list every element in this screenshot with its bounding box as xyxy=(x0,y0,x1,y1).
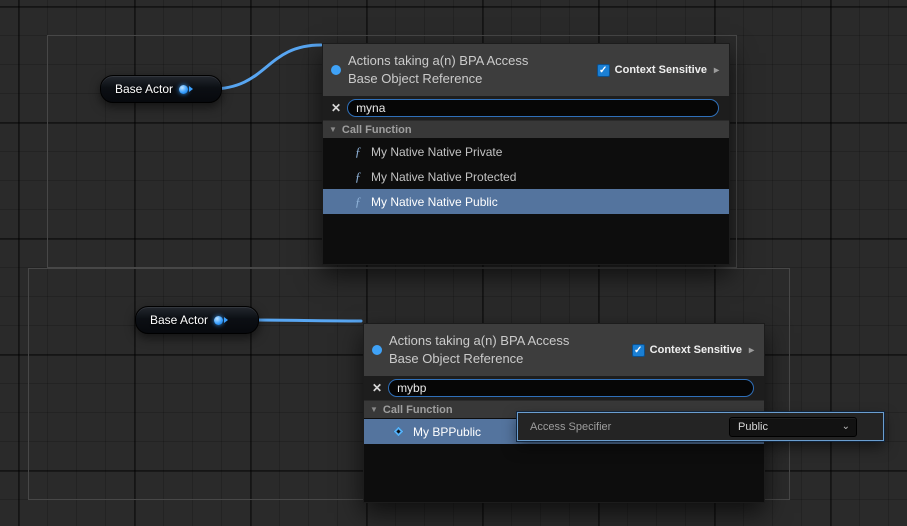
menu-title-line2: Base Object Reference xyxy=(389,350,625,368)
node-title: Base Actor xyxy=(115,82,173,96)
clear-search-icon[interactable]: ✕ xyxy=(331,102,341,114)
menu-item-my-native-native-protected[interactable]: ƒ My Native Native Protected xyxy=(323,164,729,189)
collapse-arrow-icon: ▼ xyxy=(370,405,378,414)
context-sensitive-group: ✓ Context Sensitive ▸ xyxy=(632,344,754,357)
category-call-function[interactable]: ▼ Call Function xyxy=(323,120,729,138)
pin-circle-icon xyxy=(179,85,188,94)
collapse-arrow-icon: ▼ xyxy=(329,125,337,134)
menu-title-line2: Base Object Reference xyxy=(348,70,590,88)
menu-header: Actions taking a(n) BPA Access Base Obje… xyxy=(364,324,764,376)
pin-arrow-icon xyxy=(224,317,228,323)
menu-item-label: My Native Native Public xyxy=(371,195,498,209)
menu-title-line1: Actions taking a(n) BPA Access xyxy=(348,52,590,70)
menu-header: Actions taking a(n) BPA Access Base Obje… xyxy=(323,44,729,96)
menu-item-label: My Native Native Private xyxy=(371,145,502,159)
category-label: Call Function xyxy=(342,124,412,136)
menu-title: Actions taking a(n) BPA Access Base Obje… xyxy=(389,332,625,368)
blueprint-function-icon xyxy=(394,427,404,437)
access-specifier-dropdown[interactable]: Public ⌄ xyxy=(729,417,857,437)
pin-type-icon xyxy=(331,65,341,75)
menu-item-my-native-native-public[interactable]: ƒ My Native Native Public xyxy=(323,189,729,214)
function-icon: ƒ xyxy=(353,194,363,210)
function-icon: ƒ xyxy=(353,169,363,185)
context-sensitive-label: Context Sensitive xyxy=(615,64,707,76)
category-label: Call Function xyxy=(383,404,453,416)
node-base-actor-2[interactable]: Base Actor xyxy=(135,306,259,334)
access-specifier-tooltip: Access Specifier Public ⌄ xyxy=(517,412,884,441)
node-title: Base Actor xyxy=(150,313,208,327)
submenu-arrow-icon[interactable]: ▸ xyxy=(714,65,719,76)
blueprint-graph-canvas[interactable]: Base Actor Base Actor Actions taking a(n… xyxy=(0,0,907,526)
menu-item-my-native-native-private[interactable]: ƒ My Native Native Private xyxy=(323,139,729,164)
submenu-arrow-icon[interactable]: ▸ xyxy=(749,345,754,356)
actor-output-pin[interactable] xyxy=(179,85,193,94)
context-menu-1: Actions taking a(n) BPA Access Base Obje… xyxy=(322,43,730,265)
node-base-actor-1[interactable]: Base Actor xyxy=(100,75,222,103)
search-row: ✕ xyxy=(364,376,764,400)
menu-title-line1: Actions taking a(n) BPA Access xyxy=(389,332,625,350)
pin-type-icon xyxy=(372,345,382,355)
context-sensitive-group: ✓ Context Sensitive ▸ xyxy=(597,64,719,77)
menu-item-list: ƒ My Native Native Private ƒ My Native N… xyxy=(323,138,729,264)
context-sensitive-label: Context Sensitive xyxy=(650,344,742,356)
chevron-down-icon: ⌄ xyxy=(842,422,850,432)
menu-title: Actions taking a(n) BPA Access Base Obje… xyxy=(348,52,590,88)
clear-search-icon[interactable]: ✕ xyxy=(372,382,382,394)
search-input[interactable] xyxy=(388,379,754,397)
dropdown-value: Public xyxy=(738,421,768,433)
function-icon: ƒ xyxy=(353,144,363,160)
actor-output-pin[interactable] xyxy=(214,316,228,325)
menu-item-label: My BPPublic xyxy=(413,425,481,439)
context-sensitive-checkbox[interactable]: ✓ xyxy=(632,344,645,357)
context-sensitive-checkbox[interactable]: ✓ xyxy=(597,64,610,77)
menu-item-label: My Native Native Protected xyxy=(371,170,516,184)
pin-circle-icon xyxy=(214,316,223,325)
search-input[interactable] xyxy=(347,99,719,117)
search-row: ✕ xyxy=(323,96,729,120)
access-specifier-label: Access Specifier xyxy=(530,421,611,433)
pin-arrow-icon xyxy=(189,86,193,92)
